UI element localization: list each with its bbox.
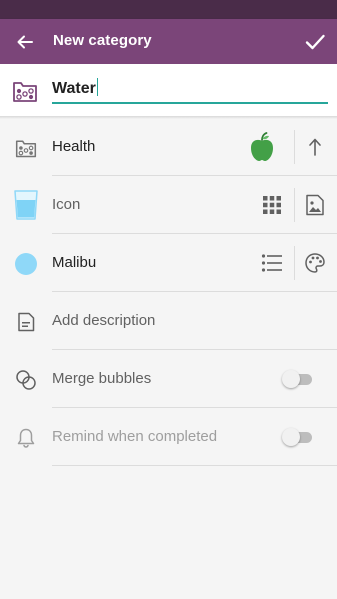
status-bar xyxy=(0,0,337,19)
divider xyxy=(294,130,295,164)
bell-icon xyxy=(13,425,39,451)
icon-label: Icon xyxy=(52,196,81,213)
image-icon[interactable] xyxy=(302,192,328,218)
toggle-knob xyxy=(282,370,300,388)
grid-icon[interactable] xyxy=(259,192,285,218)
arrow-up-icon[interactable] xyxy=(302,134,328,160)
app-bar: New category xyxy=(0,19,337,64)
water-glass-icon xyxy=(12,189,40,221)
name-input[interactable]: Water xyxy=(52,78,328,104)
name-row: Water xyxy=(0,64,337,116)
group-label: Health xyxy=(52,138,96,155)
text-cursor xyxy=(96,78,99,96)
divider xyxy=(294,188,295,222)
checkmark-icon[interactable] xyxy=(301,28,329,56)
arrow-left-icon[interactable] xyxy=(12,29,38,55)
remind-row[interactable]: Remind when completed xyxy=(0,408,337,466)
remind-label: Remind when completed xyxy=(52,428,218,445)
divider xyxy=(52,465,337,466)
merge-bubbles-label: Merge bubbles xyxy=(52,370,152,387)
merge-bubbles-toggle[interactable] xyxy=(282,370,314,388)
remind-toggle[interactable] xyxy=(282,428,314,446)
color-row[interactable]: Malibu xyxy=(0,234,337,292)
list-icon[interactable] xyxy=(259,250,285,276)
divider xyxy=(294,246,295,280)
bubbles-icon xyxy=(13,367,39,393)
merge-bubbles-row[interactable]: Merge bubbles xyxy=(0,350,337,408)
page-title: New category xyxy=(53,32,152,49)
category-grid-icon xyxy=(11,78,39,109)
description-row[interactable]: Add description xyxy=(0,292,337,350)
name-input-value: Water xyxy=(52,80,96,97)
icon-row[interactable]: Icon xyxy=(0,176,337,234)
color-label: Malibu xyxy=(52,254,97,271)
category-grid-icon xyxy=(13,135,39,161)
description-input[interactable]: Add description xyxy=(52,312,155,329)
document-icon xyxy=(13,309,39,335)
group-row[interactable]: Health xyxy=(0,118,337,176)
color-swatch xyxy=(13,251,39,277)
apple-icon xyxy=(247,131,277,163)
palette-icon[interactable] xyxy=(302,250,328,276)
toggle-knob xyxy=(282,428,300,446)
